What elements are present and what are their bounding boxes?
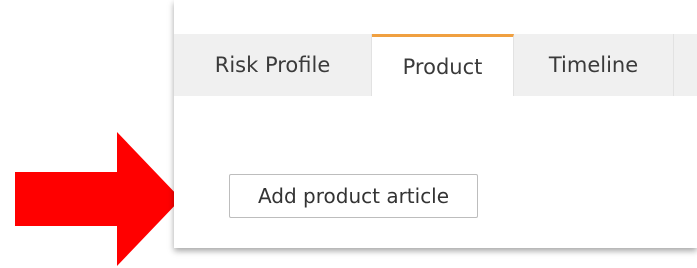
product-panel: Risk Profile Product Timeline Add produc…: [174, 0, 697, 248]
tab-timeline[interactable]: Timeline: [514, 34, 674, 102]
tab-product[interactable]: Product: [372, 34, 514, 102]
tab-risk-profile[interactable]: Risk Profile: [174, 34, 372, 102]
tab-label: Product: [402, 54, 483, 79]
tab-content: Add product article: [174, 96, 697, 248]
tab-label: Timeline: [548, 53, 639, 77]
tab-bar: Risk Profile Product Timeline: [174, 6, 697, 102]
tab-label: Risk Profile: [214, 53, 331, 77]
screenshot-stage: Risk Profile Product Timeline Add produc…: [0, 0, 697, 268]
red-arrow-right-icon: [15, 132, 181, 266]
add-product-article-button[interactable]: Add product article: [229, 174, 478, 218]
tab-overflow[interactable]: [674, 34, 697, 102]
